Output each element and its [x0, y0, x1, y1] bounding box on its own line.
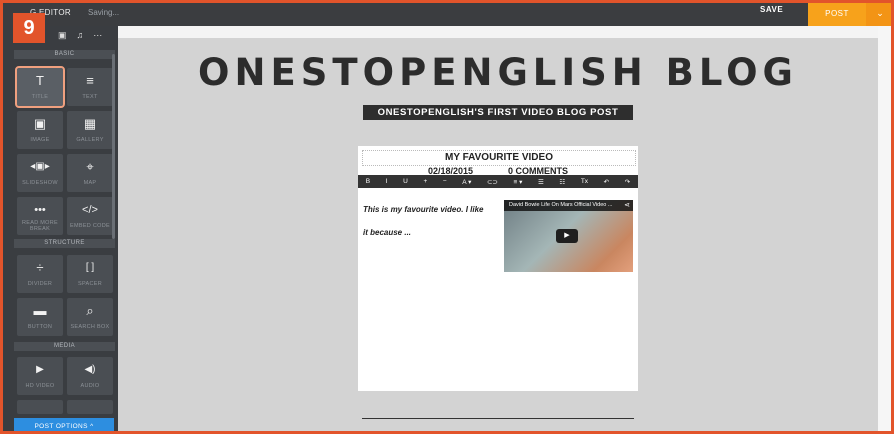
- section-basic: BASIC: [14, 50, 115, 59]
- tile-hd-video[interactable]: ▶ HD VIDEO: [17, 357, 63, 395]
- play-icon[interactable]: ▶: [556, 229, 578, 243]
- save-button[interactable]: SAVE: [760, 5, 783, 14]
- numbered-list-button[interactable]: ☷: [559, 178, 565, 186]
- tile-gallery[interactable]: ▦ GALLERY: [67, 111, 113, 149]
- tile-search-box[interactable]: ⌕ SEARCH BOX: [67, 298, 113, 336]
- video-title: David Bowie Life On Mars Official Video …: [509, 202, 613, 208]
- sidebar-scrollbar[interactable]: [112, 54, 115, 239]
- step-number-badge: 9: [13, 13, 45, 43]
- spacer-icon: [ ]: [85, 262, 95, 273]
- editor-canvas: ONESTOPENGLISH BLOG ONESTOPENGLISH'S FIR…: [118, 26, 878, 434]
- post-card: MY FAVOURITE VIDEO 02/18/2015 0 COMMENTS…: [358, 146, 638, 391]
- canvas-top-strip: [118, 26, 878, 38]
- bullet-list-button[interactable]: ☰: [538, 178, 544, 186]
- tile-button[interactable]: ▬ BUTTON: [17, 298, 63, 336]
- tile-slideshow[interactable]: ◂▣▸ SLIDESHOW: [17, 154, 63, 192]
- tile-embed-code[interactable]: </> EMBED CODE: [67, 197, 113, 235]
- italic-button[interactable]: I: [386, 178, 388, 185]
- slideshow-icon: ◂▣▸: [30, 161, 50, 172]
- tile-map[interactable]: ⌖ MAP: [67, 154, 113, 192]
- post-body-text[interactable]: This is my favourite video. I like it be…: [363, 198, 498, 244]
- blog-title[interactable]: ONESTOPENGLISH BLOG: [188, 51, 808, 94]
- tile-spacer[interactable]: [ ] SPACER: [67, 255, 113, 293]
- sidebar-toolbar: ▣ ♫ ⋯: [58, 30, 102, 41]
- button-icon: ▬: [33, 303, 47, 318]
- title-icon: T: [36, 73, 44, 88]
- layout-icon[interactable]: ▣: [58, 30, 67, 41]
- link-icon[interactable]: ⊂⊃: [487, 178, 498, 186]
- video-icon: ▶: [36, 364, 44, 375]
- tile-text[interactable]: ≡ TEXT: [67, 68, 113, 106]
- search-box-icon: ⌕: [86, 303, 94, 318]
- embedded-video[interactable]: David Bowie Life On Mars Official Video …: [504, 200, 633, 272]
- undo-icon[interactable]: ↶: [604, 178, 609, 186]
- tile-more-media[interactable]: [67, 400, 113, 414]
- post-options-button[interactable]: POST OPTIONS ^: [14, 418, 114, 434]
- music-icon[interactable]: ♫: [77, 30, 84, 41]
- save-status: Saving...: [88, 8, 120, 17]
- text-icon: ≡: [86, 73, 94, 88]
- elements-sidebar: ▣ ♫ ⋯ BASIC T TITLE ≡ TEXT ▣ IMAGE ▦ GAL…: [0, 26, 118, 434]
- chevron-down-icon[interactable]: ⌄: [866, 0, 894, 26]
- tile-title[interactable]: T TITLE: [15, 66, 65, 108]
- text-color-button[interactable]: A ▾: [462, 178, 471, 186]
- share-icon[interactable]: ⋖: [624, 200, 630, 211]
- embed-code-icon: </>: [82, 204, 98, 216]
- redo-icon[interactable]: ↷: [625, 178, 630, 186]
- editor-header: G EDITOR Saving... SAVE POST ⌄: [0, 0, 894, 26]
- align-button[interactable]: ≡ ▾: [513, 178, 522, 186]
- image-icon: ▣: [33, 116, 47, 131]
- post-heading[interactable]: MY FAVOURITE VIDEO: [362, 150, 636, 166]
- increase-size-button[interactable]: +: [423, 178, 427, 185]
- tile-more-media[interactable]: [17, 400, 63, 414]
- audio-icon: ◀): [84, 364, 96, 375]
- map-icon: ⌖: [86, 159, 94, 174]
- gallery-icon: ▦: [83, 116, 97, 131]
- section-media: MEDIA: [14, 342, 115, 351]
- clear-format-button[interactable]: Tx: [581, 178, 588, 185]
- more-icon[interactable]: ⋯: [93, 30, 102, 41]
- canvas-scrollbar[interactable]: [878, 26, 894, 434]
- bold-button[interactable]: B: [366, 178, 370, 185]
- post-subtitle[interactable]: ONESTOPENGLISH'S FIRST VIDEO BLOG POST: [363, 105, 633, 120]
- section-structure: STRUCTURE: [14, 239, 115, 248]
- post-button[interactable]: POST: [808, 0, 866, 26]
- underline-button[interactable]: U: [403, 178, 408, 185]
- tile-read-more-break[interactable]: ••• READ MORE BREAK: [17, 197, 63, 235]
- content-divider: [362, 418, 634, 419]
- decrease-size-button[interactable]: −: [443, 178, 447, 185]
- video-title-bar: David Bowie Life On Mars Official Video …: [504, 200, 633, 211]
- tile-audio[interactable]: ◀) AUDIO: [67, 357, 113, 395]
- divider-icon: ÷: [36, 260, 44, 275]
- text-format-toolbar: B I U + − A ▾ ⊂⊃ ≡ ▾ ☰ ☷ Tx ↶ ↷: [358, 175, 638, 188]
- tile-image[interactable]: ▣ IMAGE: [17, 111, 63, 149]
- tile-divider[interactable]: ÷ DIVIDER: [17, 255, 63, 293]
- read-more-icon: •••: [34, 204, 46, 216]
